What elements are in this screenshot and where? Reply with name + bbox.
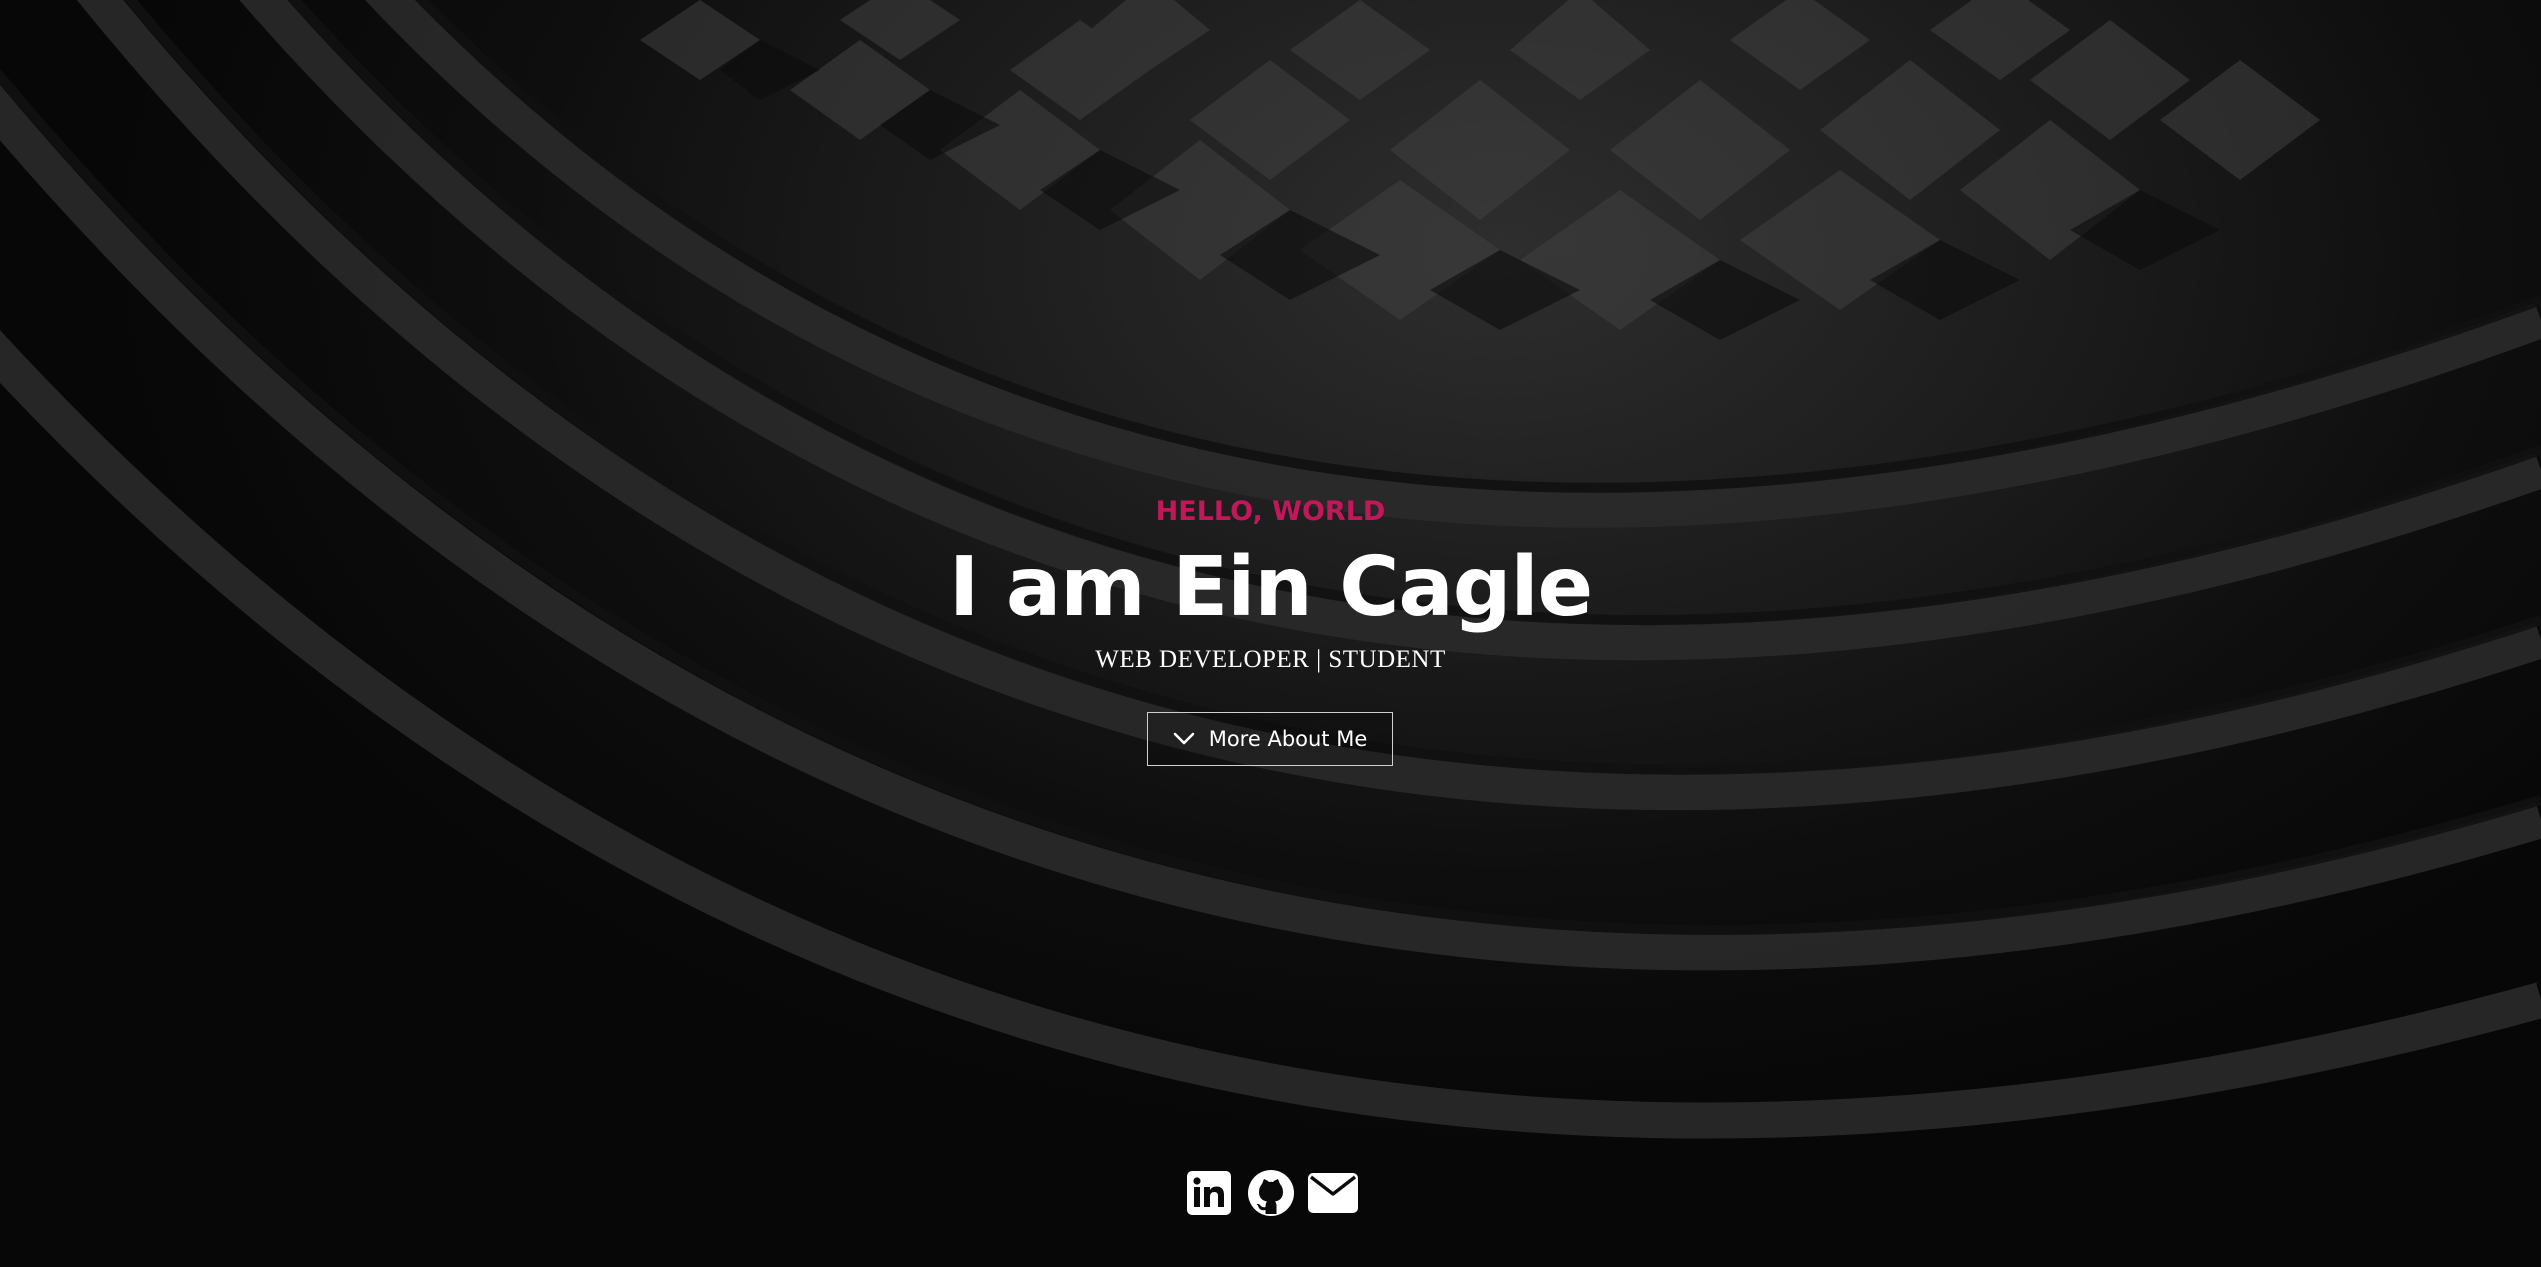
social-links [0, 1169, 2541, 1221]
github-icon [1247, 1169, 1294, 1221]
more-about-me-label: More About Me [1208, 727, 1368, 751]
more-about-me-button[interactable]: More About Me [1147, 712, 1393, 766]
envelope-icon [1307, 1172, 1358, 1218]
linkedin-link[interactable] [1186, 1170, 1232, 1220]
chevron-down-icon [1173, 732, 1195, 746]
github-link[interactable] [1247, 1169, 1294, 1221]
subtitle: WEB DEVELOPER | STUDENT [1095, 646, 1446, 673]
page-title: I am Ein Cagle [948, 540, 1593, 635]
email-link[interactable] [1307, 1172, 1358, 1218]
greeting-text: HELLO, WORLD [1155, 496, 1386, 527]
hero-section: HELLO, WORLD I am Ein Cagle WEB DEVELOPE… [0, 0, 2541, 1267]
linkedin-icon [1186, 1170, 1231, 1220]
